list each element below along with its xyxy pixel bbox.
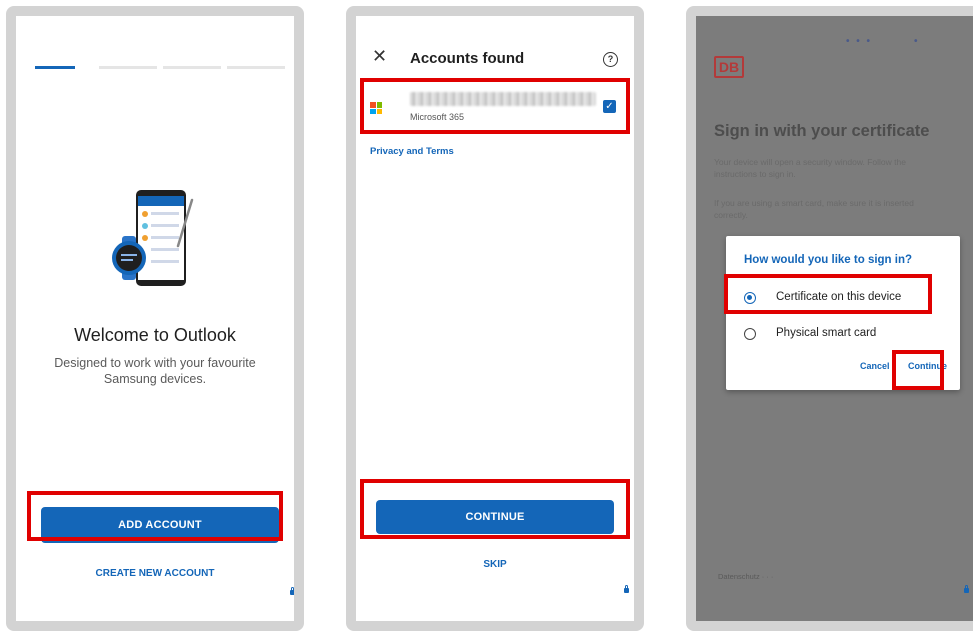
- phone-frame-certificate: • • • • DB Sign in with your certificate…: [686, 6, 973, 631]
- certificate-screen: • • • • DB Sign in with your certificate…: [696, 16, 973, 621]
- lock-icon: [624, 585, 629, 593]
- security-window-info: Your device will open a security window.…: [714, 157, 906, 179]
- continue-dialog-button[interactable]: Continue: [908, 361, 947, 371]
- create-new-account-link[interactable]: CREATE NEW ACCOUNT: [16, 568, 294, 579]
- progress-step-3: [163, 66, 221, 69]
- smart-card-info: If you are using a smart card, make sure…: [714, 198, 914, 220]
- smart-card-option-label[interactable]: Physical smart card: [776, 327, 876, 339]
- welcome-subtitle: Designed to work with your favourite Sam…: [54, 356, 256, 386]
- progress-step-1: [35, 66, 75, 69]
- microsoft-logo-icon: [370, 102, 382, 114]
- sign-in-method-dialog: How would you like to sign in? Certifica…: [726, 236, 960, 390]
- account-checkbox[interactable]: ✓: [603, 100, 616, 113]
- add-account-button[interactable]: ADD ACCOUNT: [41, 507, 279, 543]
- devices-illustration: [112, 190, 194, 286]
- phone-frame-welcome: Welcome to Outlook Designed to work with…: [6, 6, 304, 631]
- close-icon[interactable]: ✕: [372, 46, 387, 67]
- loading-dots: • • •: [846, 36, 873, 47]
- accounts-screen: ✕ Accounts found ? Microsoft 365 ✓ Priva…: [356, 16, 634, 621]
- lock-icon: [964, 585, 969, 593]
- certificate-option-label[interactable]: Certificate on this device: [776, 291, 901, 303]
- loading-dot: •: [914, 36, 920, 47]
- account-type-label: Microsoft 365: [410, 112, 465, 122]
- progress-step-2: [99, 66, 157, 69]
- help-icon[interactable]: ?: [603, 52, 618, 67]
- lock-icon: [290, 587, 294, 595]
- certificate-radio[interactable]: [744, 292, 756, 304]
- accounts-found-title: Accounts found: [410, 50, 525, 67]
- phone-frame-accounts: ✕ Accounts found ? Microsoft 365 ✓ Priva…: [346, 6, 644, 631]
- cancel-button[interactable]: Cancel: [860, 361, 890, 371]
- dialog-title: How would you like to sign in?: [744, 254, 913, 266]
- blurred-account-email: [410, 92, 596, 106]
- sign-in-certificate-title: Sign in with your certificate: [714, 122, 930, 140]
- db-logo: DB: [714, 56, 744, 78]
- skip-link[interactable]: SKIP: [356, 559, 634, 570]
- continue-button[interactable]: CONTINUE: [376, 500, 614, 534]
- smart-card-radio[interactable]: [744, 328, 756, 340]
- welcome-title: Welcome to Outlook: [74, 325, 236, 345]
- footer-datenschutz[interactable]: Datenschutz · · ·: [718, 572, 773, 581]
- progress-step-4: [227, 66, 285, 69]
- welcome-screen: Welcome to Outlook Designed to work with…: [16, 16, 294, 621]
- privacy-terms-link[interactable]: Privacy and Terms: [370, 146, 454, 157]
